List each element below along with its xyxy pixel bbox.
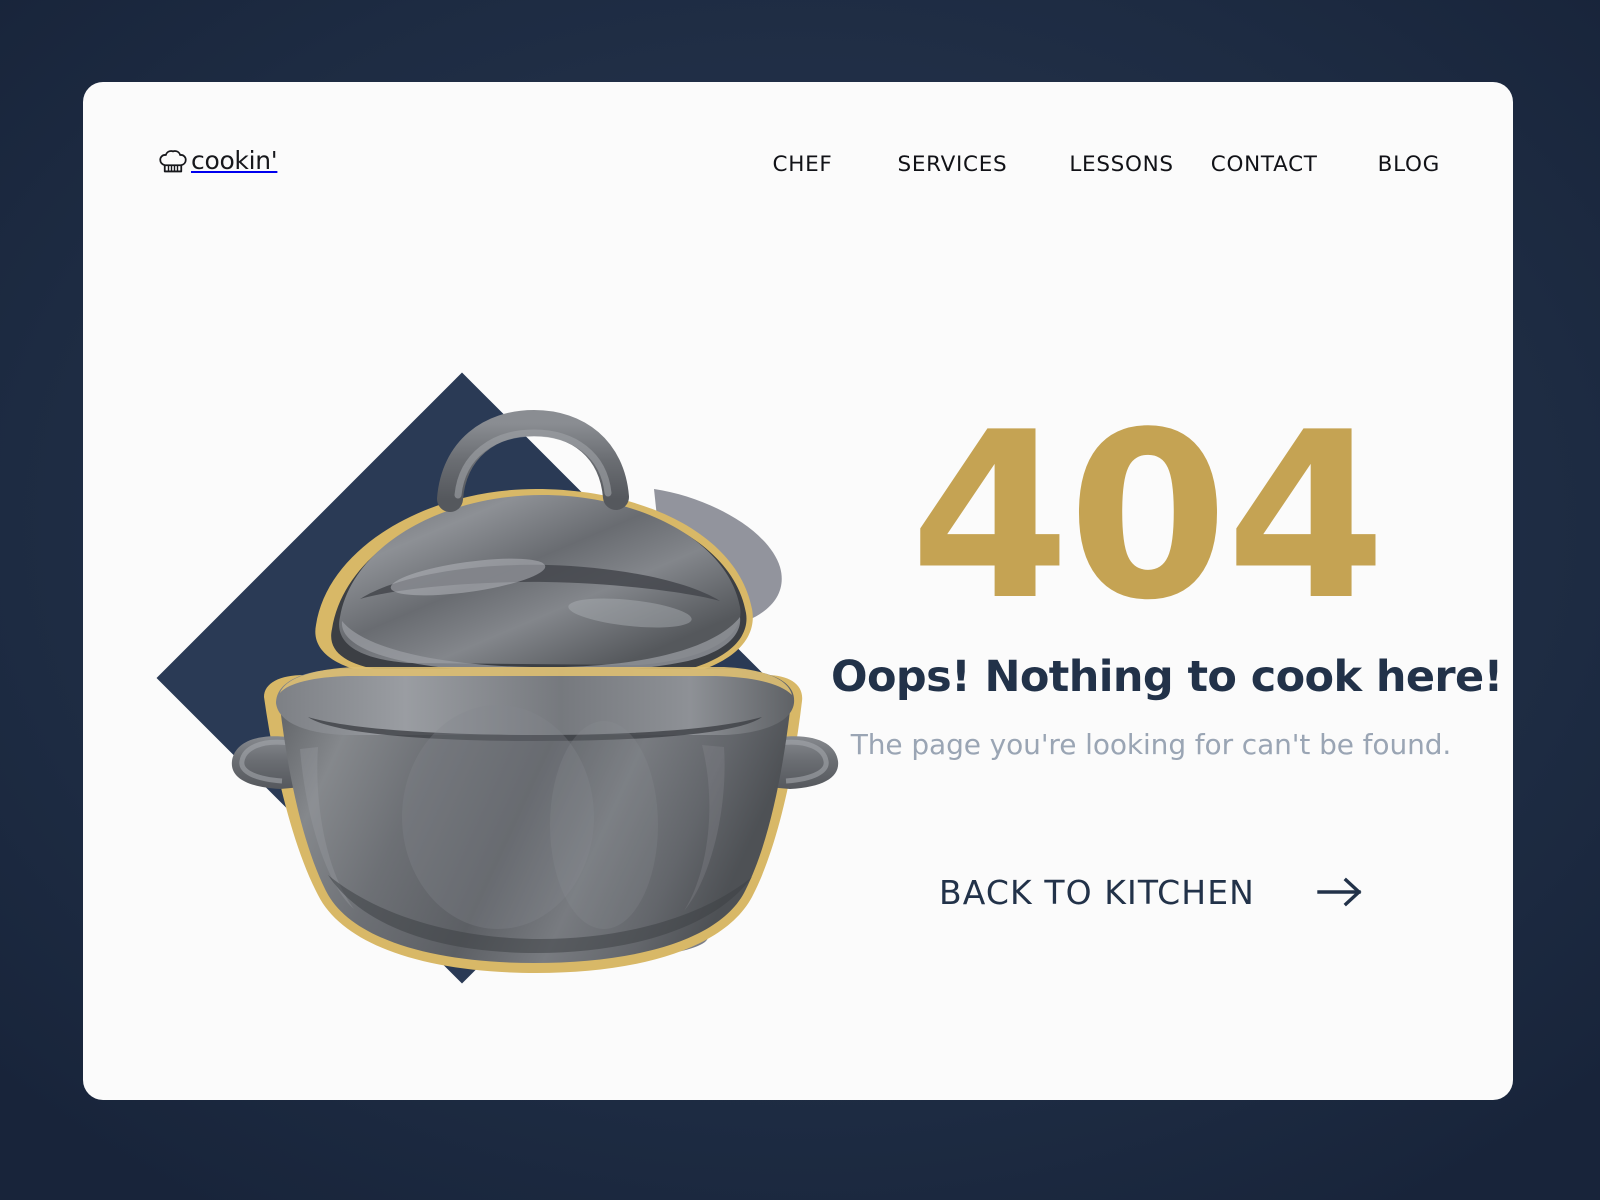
- back-to-kitchen-button[interactable]: BACK TO KITCHEN: [831, 873, 1471, 912]
- cooking-pot-icon: [168, 377, 868, 997]
- error-illustration: [156, 372, 868, 997]
- error-content: 404 Oops! Nothing to cook here! The page…: [831, 403, 1503, 912]
- error-page-card: cookin' CHEF SERVICES LESSONS CONTACT BL…: [83, 82, 1513, 1100]
- chef-hat-icon: [158, 146, 188, 176]
- nav-item-blog[interactable]: BLOG: [1378, 152, 1440, 177]
- error-headline: Oops! Nothing to cook here!: [831, 651, 1503, 702]
- logo-text: cookin': [191, 145, 278, 175]
- site-header: cookin' CHEF SERVICES LESSONS CONTACT BL…: [83, 82, 1513, 212]
- error-subtitle: The page you're looking for can't be fou…: [850, 727, 1452, 761]
- error-code: 404: [909, 384, 1386, 651]
- back-to-kitchen-label: BACK TO KITCHEN: [939, 872, 1255, 912]
- nav-item-chef[interactable]: CHEF: [773, 152, 833, 177]
- nav-item-services[interactable]: SERVICES: [897, 152, 1007, 177]
- main-navigation: CHEF SERVICES LESSONS CONTACT BLOG: [773, 152, 1440, 177]
- arrow-right-icon: [1317, 877, 1363, 907]
- nav-item-lessons[interactable]: LESSONS: [1069, 152, 1173, 177]
- logo[interactable]: cookin': [158, 144, 278, 176]
- nav-item-contact[interactable]: CONTACT: [1211, 152, 1318, 177]
